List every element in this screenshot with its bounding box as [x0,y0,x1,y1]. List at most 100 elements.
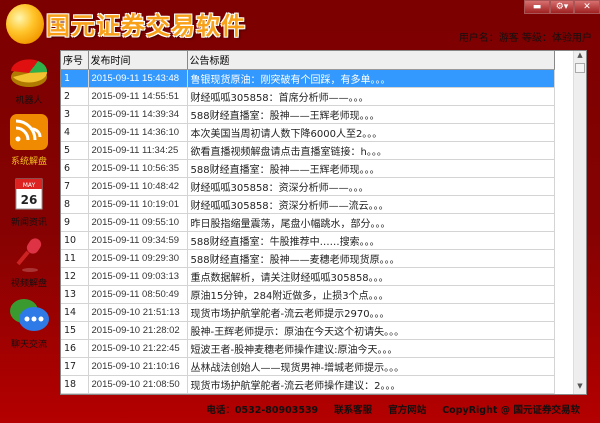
table-row[interactable]: 17 2015-09-10 21:10:16 丛林战法创始人——现货男神-增城老师提… [61,357,555,376]
row-time: 2015-09-11 10:48:42 [88,177,188,196]
table-row[interactable]: 16 2015-09-10 21:22:45 短波王者-股神麦穗老师操作建议:原油今… [61,339,555,358]
row-time: 2015-09-11 15:43:48 [88,69,188,88]
table-row[interactable]: 2 2015-09-11 14:55:51 财经呱呱305858：首席分析师——。。… [61,87,555,106]
row-index: 13 [61,285,89,304]
sidebar: 机器人 系统解盘 MAY 26 新闻资讯 视频解盘 聊天交流 [0,50,58,355]
row-time: 2015-09-10 21:22:45 [88,339,188,358]
row-time: 2015-09-10 21:08:50 [88,375,188,394]
row-index: 5 [61,141,89,160]
table-row[interactable]: 8 2015-09-11 10:19:01 财经呱呱305858：资深分析师——流云… [61,195,555,214]
table-row[interactable]: 1 2015-09-11 15:43:48 鲁银现货原油：刚突破有个回踩，有多单。。… [61,69,555,88]
row-index: 17 [61,357,89,376]
table-row[interactable]: 9 2015-09-11 09:55:10 昨日股指缩量震荡，尾盘小幅跳水，部分。。… [61,213,555,232]
table-row[interactable]: 13 2015-09-11 08:50:49 原油15分钟，284附近做多，止损3个… [61,285,555,304]
scroll-thumb[interactable] [575,63,585,73]
logo-icon [6,4,44,44]
row-index: 3 [61,105,89,124]
sidebar-label: 新闻资讯 [10,218,47,228]
sidebar-label: 视频解盘 [10,279,47,289]
announcement-list: 序号 发布时间 公告标题 1 2015-09-11 15:43:48 鲁银现货原油：… [60,50,587,395]
row-time: 2015-09-11 08:50:49 [88,285,188,304]
row-time: 2015-09-11 09:03:13 [88,267,188,286]
row-title: 588财经直播室：牛股推荐中……搜索。。。 [187,231,555,250]
table-row[interactable]: 15 2015-09-10 21:28:02 股神-王辉老师提示：原油在今天这个初请… [61,321,555,340]
sidebar-item-system-analysis[interactable]: 系统解盘 [0,111,58,172]
table-row[interactable]: 18 2015-09-10 21:08:50 现货市场护航掌舵者-流云老师操作建议：… [61,375,555,394]
row-index: 12 [61,267,89,286]
window-controls: ▬ ⚙▾ ✕ [524,0,600,14]
official-website-link[interactable]: 官方网站 [388,402,426,416]
row-title: 重点数据解析，请关注财经呱呱305858。。。 [187,267,555,286]
table-row[interactable]: 14 2015-09-10 21:51:13 现货市场护航掌舵者-流云老师提示297… [61,303,555,322]
row-time: 2015-09-11 09:29:30 [88,249,188,268]
sidebar-item-video[interactable]: 视频解盘 [0,233,58,294]
row-time: 2015-09-11 10:56:35 [88,159,188,178]
contact-service-link[interactable]: 联系客服 [334,402,372,416]
scroll-up-arrow-icon[interactable]: ▲ [574,51,586,63]
row-title: 588财经直播室：股神——王辉老师现。。。 [187,105,555,124]
table-row[interactable]: 10 2015-09-11 09:34:59 588财经直播室：牛股推荐中……搜索。… [61,231,555,250]
row-title: 短波王者-股神麦穗老师操作建议:原油今天。。。 [187,339,555,358]
table-row[interactable]: 6 2015-09-11 10:56:35 588财经直播室：股神——王辉老师现。。… [61,159,555,178]
table-row[interactable]: 5 2015-09-11 11:34:25 欲看直播视频解盘请点击直播室链接：h。。… [61,141,555,160]
row-time: 2015-09-11 14:39:34 [88,105,188,124]
sidebar-label: 系统解盘 [10,157,47,167]
microphone-icon [16,238,42,272]
minimize-button[interactable]: ▬ [524,0,550,14]
row-index: 7 [61,177,89,196]
row-index: 15 [61,321,89,340]
column-header-title[interactable]: 公告标题 [187,51,555,70]
row-index: 14 [61,303,89,322]
row-index: 8 [61,195,89,214]
app-title: 国元证券交易软件 [46,12,246,40]
column-header-time[interactable]: 发布时间 [88,51,188,70]
announcement-table: 序号 发布时间 公告标题 1 2015-09-11 15:43:48 鲁银现货原油：… [61,51,555,394]
settings-menu-button[interactable]: ⚙▾ [550,0,574,14]
svg-text:26: 26 [21,193,38,207]
row-time: 2015-09-11 10:19:01 [88,195,188,214]
vertical-scrollbar[interactable]: ▲ ▼ [573,51,586,394]
table-row[interactable]: 3 2015-09-11 14:39:34 588财经直播室：股神——王辉老师现。。… [61,105,555,124]
rss-icon [10,114,48,150]
phone-number: 电话：0532-80903539 [206,405,319,416]
row-index: 18 [61,375,89,394]
table-row[interactable]: 7 2015-09-11 10:48:42 财经呱呱305858：资深分析师——。。… [61,177,555,196]
chat-icon [10,299,49,331]
row-title: 现货市场护航掌舵者-流云老师提示2970。。。 [187,303,555,322]
row-title: 财经呱呱305858：资深分析师——。。。 [187,177,555,196]
row-index: 10 [61,231,89,250]
row-time: 2015-09-11 11:34:25 [88,141,188,160]
row-index: 9 [61,213,89,232]
column-header-index[interactable]: 序号 [61,51,89,70]
user-info: 用户名：游客 等级：体验用户 [458,33,592,44]
table-row[interactable]: 4 2015-09-11 14:36:10 本次美国当周初请人数下降6000人至2… [61,123,555,142]
row-index: 2 [61,87,89,106]
svg-text:MAY: MAY [23,182,36,189]
pie-chart-icon [11,59,48,87]
row-time: 2015-09-11 14:36:10 [88,123,188,142]
row-title: 鲁银现货原油：刚突破有个回踩，有多单。。。 [187,69,555,88]
sidebar-item-robot[interactable]: 机器人 [0,50,58,111]
row-title: 本次美国当周初请人数下降6000人至2。。。 [187,123,555,142]
table-row[interactable]: 12 2015-09-11 09:03:13 重点数据解析，请关注财经呱呱30585… [61,267,555,286]
close-button[interactable]: ✕ [574,0,600,14]
row-time: 2015-09-11 14:55:51 [88,87,188,106]
calendar-icon: MAY 26 [15,178,43,210]
copyright: CopyRight @ 国元证券交易软 [442,405,580,416]
row-time: 2015-09-10 21:10:16 [88,357,188,376]
row-title: 欲看直播视频解盘请点击直播室链接：h。。。 [187,141,555,160]
table-row[interactable]: 11 2015-09-11 09:29:30 588财经直播室：股神——麦穗老师现货… [61,249,555,268]
row-time: 2015-09-11 09:55:10 [88,213,188,232]
row-time: 2015-09-11 09:34:59 [88,231,188,250]
row-index: 1 [61,69,89,88]
sidebar-label: 聊天交流 [10,340,47,350]
sidebar-item-news[interactable]: MAY 26 新闻资讯 [0,172,58,233]
sidebar-item-chat[interactable]: 聊天交流 [0,294,58,355]
row-index: 11 [61,249,89,268]
row-title: 588财经直播室：股神——麦穗老师现货原。。。 [187,249,555,268]
scroll-down-arrow-icon[interactable]: ▼ [574,382,586,394]
row-title: 财经呱呱305858：首席分析师——。。。 [187,87,555,106]
row-index: 4 [61,123,89,142]
row-title: 588财经直播室：股神——王辉老师现。。。 [187,159,555,178]
row-title: 原油15分钟，284附近做多，止损3个点。。。 [187,285,555,304]
